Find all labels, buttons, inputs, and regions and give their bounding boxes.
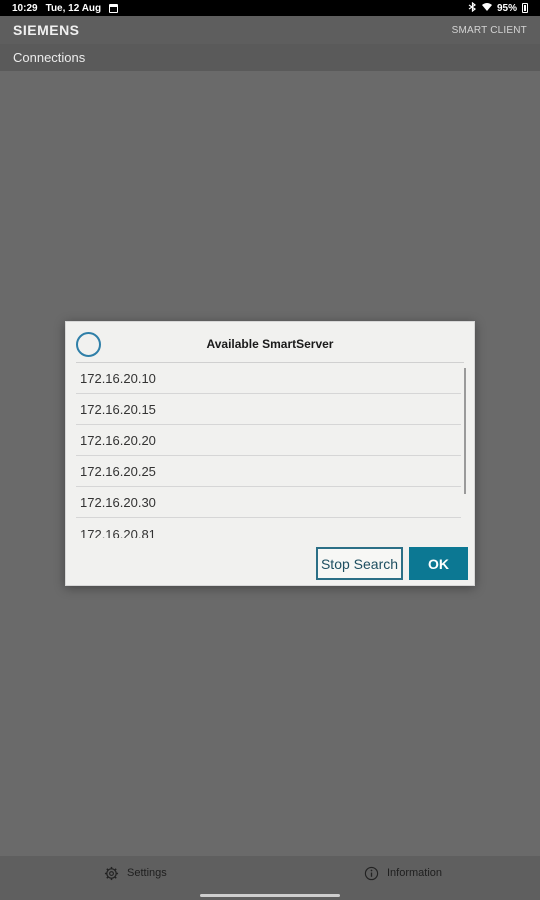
wifi-icon	[481, 2, 492, 14]
server-list-item[interactable]: 172.16.20.81	[76, 518, 461, 538]
app-name: SMART CLIENT	[451, 24, 527, 36]
page-title: Connections	[13, 50, 86, 65]
information-nav-button[interactable]: Information	[364, 864, 442, 882]
server-list-item[interactable]: 172.16.20.15	[76, 394, 461, 425]
status-date: Tue, 12 Aug	[45, 2, 102, 14]
page-header: Connections	[0, 44, 540, 71]
gear-icon	[104, 866, 119, 881]
dialog-header: Available SmartServer	[66, 322, 474, 362]
bottom-navigation: Settings Information	[0, 856, 540, 900]
dialog-title: Available SmartServer	[206, 337, 334, 351]
status-bar: 10:29 Tue, 12 Aug 95%	[0, 0, 540, 16]
battery-percentage: 95%	[496, 2, 517, 14]
server-list-item[interactable]: 172.16.20.30	[76, 487, 461, 518]
settings-label: Settings	[127, 867, 167, 879]
status-time: 10:29	[12, 2, 38, 14]
stop-search-button[interactable]: Stop Search	[316, 547, 403, 580]
server-list-item[interactable]: 172.16.20.10	[76, 363, 461, 394]
info-icon	[364, 866, 379, 881]
battery-icon	[522, 3, 528, 13]
information-label: Information	[387, 867, 443, 879]
settings-nav-button[interactable]: Settings	[104, 864, 167, 882]
server-list[interactable]: 172.16.20.10 172.16.20.15 172.16.20.20 1…	[76, 363, 461, 538]
ok-button[interactable]: OK	[409, 547, 468, 580]
available-smartserver-dialog: Available SmartServer 172.16.20.10 172.1…	[65, 321, 475, 586]
calendar-icon	[109, 3, 119, 13]
server-list-item[interactable]: 172.16.20.25	[76, 456, 461, 487]
app-header: SIEMENS SMART CLIENT	[0, 16, 540, 44]
list-scrollbar[interactable]	[464, 368, 466, 494]
bluetooth-icon	[468, 1, 477, 15]
server-list-item[interactable]: 172.16.20.20	[76, 425, 461, 456]
brand-logo: SIEMENS	[13, 22, 80, 38]
home-indicator[interactable]	[200, 894, 340, 897]
